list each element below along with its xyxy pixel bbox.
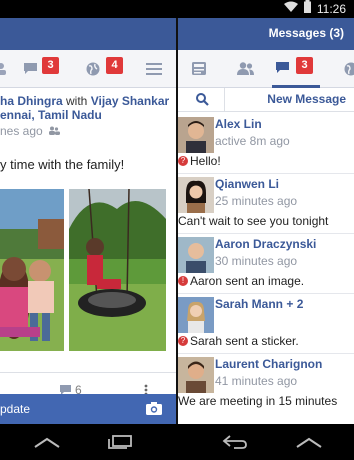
- unread-indicator-icon: ?: [178, 156, 188, 166]
- messages-badge-right: 3: [296, 57, 313, 74]
- status-bar: 11:26: [0, 0, 354, 18]
- post-author[interactable]: ha Dhingra: [0, 94, 63, 108]
- chat-icon: [276, 62, 289, 73]
- new-message-button[interactable]: New Message: [267, 92, 346, 106]
- camera-icon[interactable]: [146, 402, 162, 420]
- post-photo-swing[interactable]: [69, 189, 166, 351]
- battery-icon: [303, 0, 311, 18]
- status-composer[interactable]: pdate: [0, 394, 176, 424]
- news-feed-icon: [192, 62, 206, 75]
- conversation-item[interactable]: Sarah Mann + 2 ? Sarah sent a sticker.: [178, 294, 354, 354]
- back-icon[interactable]: [34, 436, 60, 454]
- conversation-item[interactable]: Alex Lin active 8m ago ? Hello!: [178, 114, 354, 174]
- friends-icon: [237, 62, 254, 75]
- conversation-snippet: ? Sarah sent a sticker.: [178, 334, 299, 348]
- messages-toolbar: New Message: [178, 88, 354, 112]
- post-text: y time with the family!: [0, 157, 125, 172]
- avatar: [178, 177, 214, 213]
- messages-badge: 3: [42, 57, 59, 74]
- post-location[interactable]: ennai, Tamil Nadu: [0, 108, 176, 122]
- conversation-name: Sarah Mann + 2: [215, 297, 304, 311]
- avatar: [178, 237, 214, 273]
- conversation-name: Laurent Charignon: [215, 357, 323, 371]
- conversation-time: 30 minutes ago: [215, 254, 298, 268]
- conversation-snippet: ? Hello!: [178, 154, 221, 168]
- feed-tab-bar: 3 4: [0, 50, 176, 88]
- hamburger-menu-icon: [146, 63, 162, 75]
- globe-icon: [86, 62, 100, 76]
- post-photo-family[interactable]: [0, 189, 64, 351]
- post-timestamp: nes ago: [0, 124, 176, 138]
- tab-notifications[interactable]: 4: [84, 50, 130, 88]
- avatar: [178, 357, 214, 393]
- chat-icon: [24, 63, 37, 74]
- tab-friend-requests-right[interactable]: [234, 50, 260, 88]
- unread-indicator-icon: !: [178, 276, 188, 286]
- composer-prompt: pdate: [0, 402, 31, 416]
- friends-privacy-icon: [49, 126, 61, 135]
- globe-icon: [344, 62, 354, 76]
- conversation-time: 25 minutes ago: [215, 194, 298, 208]
- post-header: ha Dhingra with Vijay Shankar ennai, Tam…: [0, 94, 176, 138]
- tab-messages-active[interactable]: 3: [272, 50, 320, 88]
- system-nav-bar: [0, 424, 354, 460]
- news-feed-pane: 3 4 ha Dhingra with Vijay Shankar ennai,…: [0, 18, 176, 424]
- conversation-snippet: Can't wait to see you tonight: [178, 214, 328, 228]
- unread-indicator-icon: ?: [178, 336, 188, 346]
- conversation-snippet: ! Aaron sent an image.: [178, 274, 304, 288]
- recent-apps-icon[interactable]: [108, 435, 132, 454]
- search-icon[interactable]: [196, 93, 209, 111]
- notifications-badge: 4: [106, 57, 123, 74]
- conversation-time: active 8m ago: [215, 134, 290, 148]
- snippet-text: Can't wait to see you tonight: [178, 214, 329, 228]
- conversation-name: Qianwen Li: [215, 177, 280, 191]
- messages-title: Messages (3): [268, 26, 344, 40]
- back-arrow-icon[interactable]: [222, 435, 248, 454]
- snippet-text: We are meeting in 15 minutes: [178, 394, 338, 408]
- post-with-word: with: [66, 94, 88, 108]
- snippet-text: Hello!: [190, 154, 221, 168]
- conversation-item[interactable]: Laurent Charignon 41 minutes ago We are …: [178, 354, 354, 414]
- post-tagged-friend[interactable]: Vijay Shankar: [91, 94, 170, 108]
- tab-news-feed[interactable]: [188, 50, 214, 88]
- messages-tab-bar: 3: [178, 50, 354, 88]
- messages-header: Messages (3): [178, 18, 354, 50]
- conversation-time: 41 minutes ago: [215, 374, 298, 388]
- top-bar: [0, 18, 176, 50]
- snippet-text: Sarah sent a sticker.: [190, 334, 299, 348]
- snippet-text: Aaron sent an image.: [190, 274, 305, 288]
- messages-pane: Messages (3) 3 New Message Alex Lin acti…: [178, 18, 354, 424]
- post-author-line: ha Dhingra with Vijay Shankar: [0, 94, 176, 108]
- status-time: 11:26: [316, 2, 346, 16]
- conversation-name: Aaron Draczynski: [215, 237, 317, 251]
- avatar: [178, 117, 214, 153]
- conversation-item[interactable]: Qianwen Li 25 minutes ago Can't wait to …: [178, 174, 354, 234]
- avatar: [178, 297, 214, 333]
- tab-friend-requests[interactable]: [0, 50, 20, 88]
- tab-notifications-right[interactable]: [342, 50, 354, 88]
- home-icon[interactable]: [296, 436, 322, 454]
- wifi-icon: [283, 0, 298, 18]
- conversation-name: Alex Lin: [215, 117, 262, 131]
- conversation-snippet: We are meeting in 15 minutes: [178, 394, 337, 408]
- tab-messages[interactable]: 3: [22, 50, 68, 88]
- conversation-item[interactable]: Aaron Draczynski 30 minutes ago ! Aaron …: [178, 234, 354, 294]
- tab-menu[interactable]: [142, 50, 172, 88]
- post-time-text: nes ago: [0, 124, 43, 138]
- toolbar-divider: [224, 88, 225, 112]
